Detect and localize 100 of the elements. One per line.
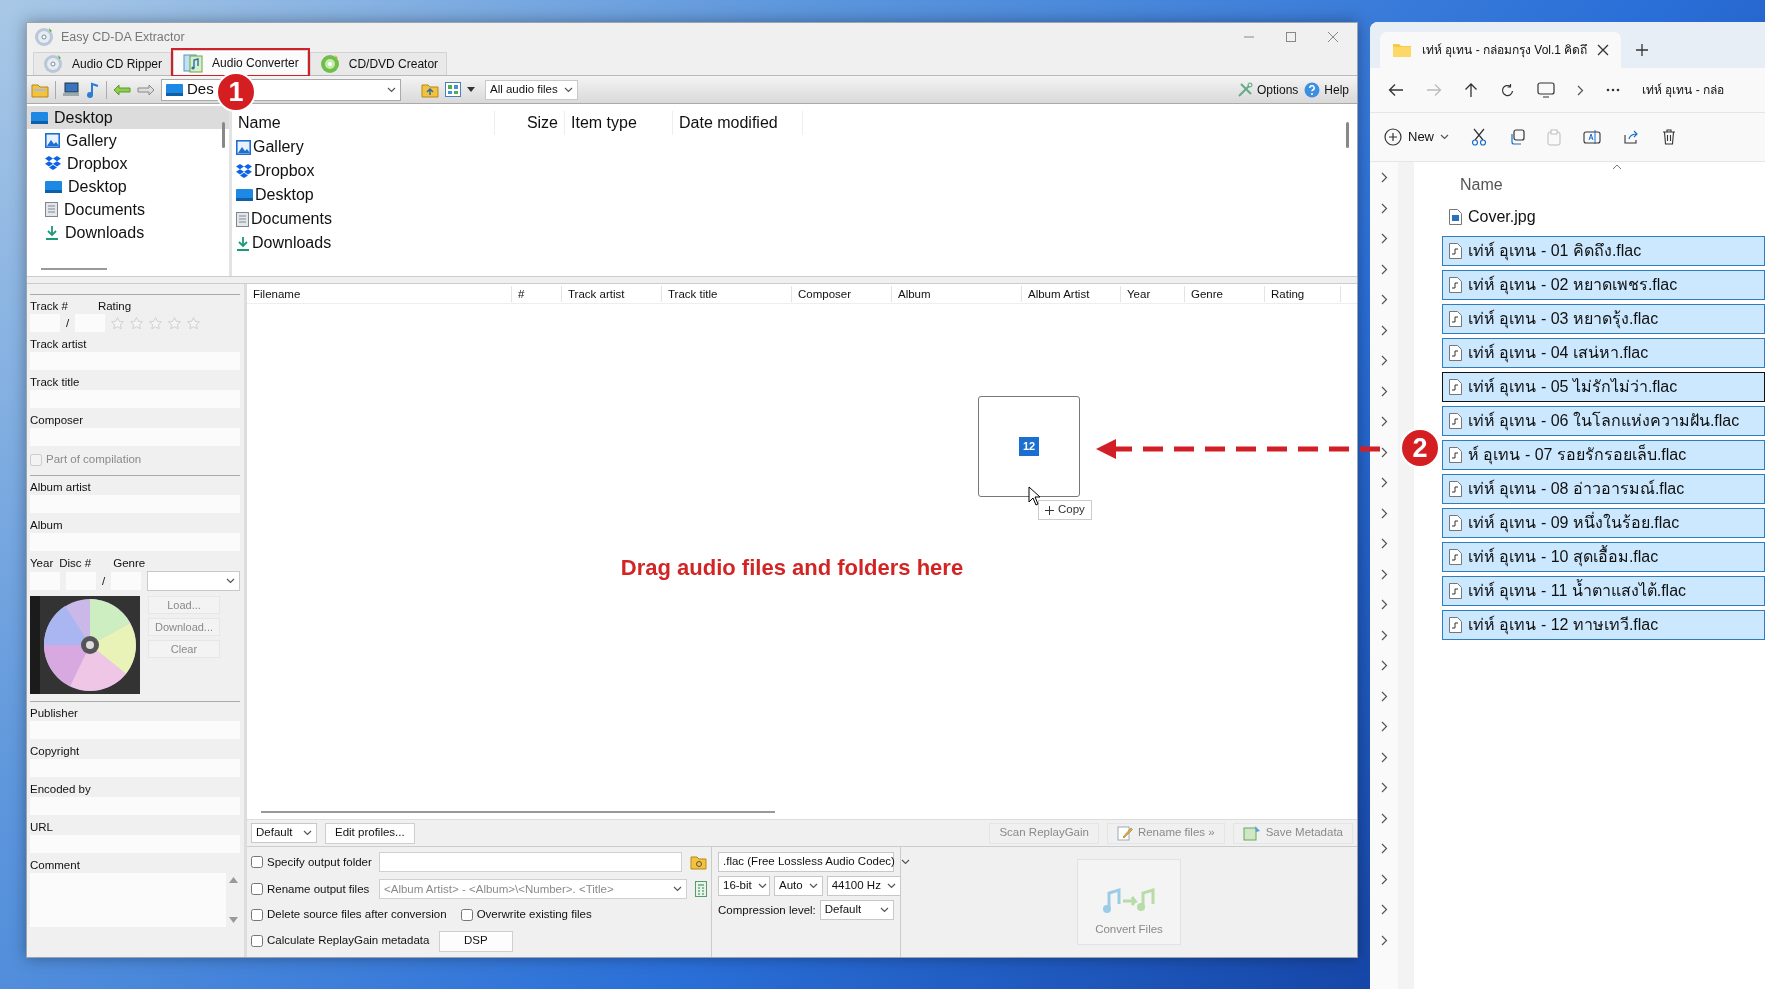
scrollbar[interactable] <box>222 122 225 148</box>
tree-item[interactable]: Desktop <box>27 175 229 198</box>
back-icon[interactable] <box>1388 83 1404 97</box>
star-rating[interactable] <box>111 317 201 329</box>
file-row[interactable]: เท่ห์ อุเทน - 05 ไม่รักไม่ว่า.flac <box>1442 372 1765 402</box>
tab[interactable]: เท่ห์ อุเทน - กล่อมกรุง Vol.1 คิดถึ <box>1380 32 1622 68</box>
file-row[interactable]: เท่ห์ อุเทน - 08 อ่าวอารมณ์.flac <box>1442 474 1765 504</box>
chevron-icon[interactable] <box>1380 538 1388 549</box>
chevron-icon[interactable] <box>1380 843 1388 854</box>
column-header[interactable]: Date modified <box>673 111 803 135</box>
chevron-icon[interactable] <box>1380 660 1388 671</box>
chevron-icon[interactable] <box>1380 904 1388 915</box>
compression-dropdown[interactable]: Default <box>819 900 894 920</box>
column-header[interactable]: Genre <box>1185 285 1265 302</box>
column-header[interactable]: Composer <box>792 285 892 302</box>
computer-icon[interactable] <box>62 81 80 98</box>
file-row[interactable]: เท่ห์ อุเทน - 01 คิดถึง.flac <box>1442 236 1765 266</box>
view-icon[interactable] <box>445 82 461 97</box>
column-header[interactable]: Album Artist <box>1022 285 1121 302</box>
refresh-icon[interactable] <box>1500 82 1515 98</box>
sample-rate-dropdown[interactable]: 44100 Hz <box>826 876 901 896</box>
scrollbar[interactable] <box>261 811 775 813</box>
chevron-icon[interactable] <box>1380 294 1388 305</box>
chevron-icon[interactable] <box>1380 385 1388 397</box>
chevron-icon[interactable] <box>1380 873 1388 885</box>
chevron-icon[interactable] <box>1380 324 1388 336</box>
maximize-icon[interactable] <box>1285 31 1297 43</box>
column-header[interactable]: Item type <box>565 111 673 135</box>
up-icon[interactable] <box>1464 82 1478 98</box>
chevron-icon[interactable] <box>1380 507 1388 519</box>
column-header[interactable]: Track title <box>662 285 792 302</box>
file-row[interactable]: เท่ห์ อุเทน - 09 หนึ่งในร้อย.flac <box>1442 508 1765 538</box>
chevron-icon[interactable] <box>1380 934 1388 946</box>
tree-item[interactable]: Downloads <box>27 221 229 244</box>
scroll-down-icon[interactable] <box>228 917 238 924</box>
breadcrumb[interactable]: เท่ห์ อุเทน - กล่อ <box>1642 81 1724 99</box>
chevron-icon[interactable] <box>1380 751 1388 763</box>
chevron-icon[interactable] <box>1380 721 1388 732</box>
scrollbar[interactable] <box>41 268 107 270</box>
chevron-icon[interactable] <box>1380 690 1388 702</box>
help-button[interactable]: Help <box>1304 80 1349 99</box>
chevron-icon[interactable] <box>1380 599 1388 610</box>
close-icon[interactable] <box>1597 44 1610 56</box>
chevron-icon[interactable] <box>1380 568 1388 580</box>
tree-item[interactable]: Desktop <box>27 106 229 129</box>
chevron-icon[interactable] <box>1380 202 1388 214</box>
chevron-icon[interactable] <box>1380 233 1388 244</box>
file-row[interactable]: Desktop <box>232 183 1357 207</box>
delete-icon[interactable] <box>1662 129 1676 145</box>
bit-depth-dropdown[interactable]: 16-bit <box>718 876 770 896</box>
column-header[interactable]: Rating <box>1265 285 1341 302</box>
tree-item[interactable]: Documents <box>27 198 229 221</box>
checkbox[interactable] <box>251 908 263 921</box>
chevron-icon[interactable] <box>1380 629 1388 641</box>
chevron-icon[interactable] <box>1577 84 1584 96</box>
tab[interactable]: Audio CD Ripper <box>33 52 172 75</box>
options-button[interactable]: Options <box>1236 80 1299 99</box>
file-row[interactable]: Dropbox <box>232 159 1357 183</box>
tree-item[interactable]: Gallery <box>27 129 229 152</box>
checkbox[interactable] <box>460 908 473 921</box>
column-header[interactable]: Album <box>892 285 1022 302</box>
tree-item[interactable]: Dropbox <box>27 152 229 175</box>
file-row[interactable]: Cover.jpg <box>1442 202 1765 232</box>
column-header[interactable]: Year <box>1121 285 1185 302</box>
chevron-icon[interactable] <box>1380 477 1388 488</box>
scrollbar[interactable] <box>1346 122 1349 148</box>
file-row[interactable]: เท่ห์ อุเทน - 12 ทาษเทวี.flac <box>1442 610 1765 640</box>
edit-profiles-button[interactable]: Edit profiles... <box>325 822 415 844</box>
cut-icon[interactable] <box>1471 128 1487 146</box>
chevron-icon[interactable] <box>1380 172 1388 183</box>
file-row[interactable]: Documents <box>232 207 1357 231</box>
file-row[interactable]: เท่ห์ อุเทน - 04 เสน่หา.flac <box>1442 338 1765 368</box>
dsp-button[interactable]: DSP <box>439 930 513 952</box>
channels-dropdown[interactable]: Auto <box>774 876 823 896</box>
file-row[interactable]: เท่ห์ อุเทน - 11 น้ำตาแสงไต้.flac <box>1442 576 1765 606</box>
column-header[interactable]: Track artist <box>562 285 662 302</box>
chevron-icon[interactable] <box>1380 416 1388 427</box>
filter-dropdown[interactable]: All audio files <box>485 79 578 100</box>
column-header[interactable]: # <box>512 285 562 302</box>
music-note-icon[interactable] <box>86 81 100 98</box>
back-arrow-icon[interactable] <box>113 83 131 96</box>
column-header[interactable]: Size <box>495 111 565 135</box>
chevron-icon[interactable] <box>1380 446 1388 458</box>
file-row[interactable]: Gallery <box>232 135 1357 159</box>
file-row[interactable]: เท่ห์ อุเทน - 10 สุดเอื้อม.flac <box>1442 542 1765 572</box>
calculator-icon[interactable] <box>695 881 707 898</box>
folder-up-icon[interactable] <box>421 81 439 98</box>
rename-icon[interactable] <box>1583 129 1601 145</box>
chevron-icon[interactable] <box>1380 782 1388 793</box>
tab[interactable]: CD/DVD Creator <box>309 52 448 75</box>
browse-folder-icon[interactable] <box>690 853 707 871</box>
share-icon[interactable] <box>1623 129 1640 145</box>
copy-icon[interactable] <box>1509 129 1525 145</box>
file-row[interactable]: Downloads <box>232 231 1357 255</box>
tab[interactable]: Audio Converter <box>173 50 308 75</box>
output-folder-field[interactable] <box>379 852 682 873</box>
chevron-icon[interactable] <box>1380 263 1388 275</box>
file-row[interactable]: เท่ห์ อุเทน - 02 หยาดเพชร.flac <box>1442 270 1765 300</box>
file-row[interactable]: เท่ห์ อุเทน - 06 ในโลกแห่งความฝัน.flac <box>1442 406 1765 436</box>
scroll-up-icon[interactable] <box>228 877 238 884</box>
